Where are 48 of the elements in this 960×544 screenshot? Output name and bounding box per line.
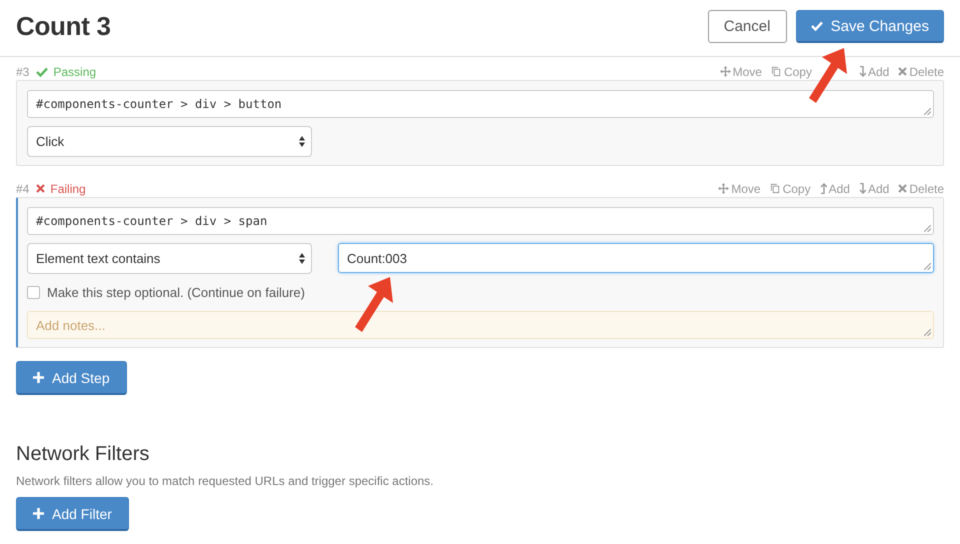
selector-field[interactable]: #components-counter > div > button (27, 90, 934, 118)
cross-icon (36, 184, 46, 193)
arrow-down-icon (858, 66, 866, 77)
move-link[interactable]: Move (718, 182, 761, 196)
section-heading: Network Filters (16, 443, 150, 466)
resize-handle-icon[interactable] (924, 329, 931, 336)
copy-link[interactable]: Copy (770, 182, 811, 196)
checkbox-label: Make this step optional. (Continue on failure) (47, 285, 305, 300)
add-step-button[interactable]: Add Step (16, 361, 127, 395)
step-number: #3 (16, 64, 30, 78)
plus-icon (33, 508, 44, 519)
arrow-up-icon (820, 183, 827, 194)
add-link[interactable]: Add (858, 64, 890, 78)
dropdown-arrows-icon (299, 136, 305, 147)
section-description: Network filters allow you to match requested URLs and trigger specific actions. (16, 474, 435, 488)
dropdown-arrows-icon (299, 253, 305, 264)
action-dropdown[interactable]: Click (27, 126, 312, 157)
delete-icon (898, 67, 908, 76)
copy-icon (770, 183, 781, 194)
resize-handle-icon[interactable] (924, 225, 931, 232)
check-icon (810, 21, 823, 31)
action-dropdown[interactable]: Element text contains (27, 243, 312, 274)
resize-handle-icon[interactable] (924, 263, 931, 270)
move-icon (718, 183, 730, 194)
cancel-button[interactable]: Cancel (708, 10, 787, 43)
delete-icon (898, 184, 908, 193)
copy-icon (770, 66, 782, 77)
step-status: Failing (36, 182, 86, 196)
delete-link[interactable]: Delete (898, 182, 944, 196)
add-link[interactable]: Add (858, 182, 890, 196)
save-button[interactable]: Save Changes (796, 10, 944, 43)
plus-icon (33, 372, 44, 383)
copy-link[interactable]: Copy (770, 64, 812, 78)
arrow-down-icon (858, 183, 866, 194)
value-field[interactable]: Count:003 (338, 243, 934, 273)
delete-link[interactable]: Delete (898, 64, 944, 78)
step-status: Passing (36, 64, 96, 78)
selector-field[interactable]: #components-counter > div > span (27, 207, 934, 235)
check-icon (36, 66, 48, 76)
page-title: Count 3 (16, 10, 111, 42)
move-icon (720, 66, 731, 77)
resize-handle-icon[interactable] (924, 108, 931, 115)
add-filter-button[interactable]: Add Filter (16, 497, 129, 531)
notes-field[interactable]: Add notes... (27, 311, 934, 339)
step-number: #4 (16, 182, 30, 196)
add-link[interactable]: Add (820, 182, 850, 196)
move-link[interactable]: Move (720, 64, 762, 78)
checkbox[interactable] (27, 286, 40, 299)
